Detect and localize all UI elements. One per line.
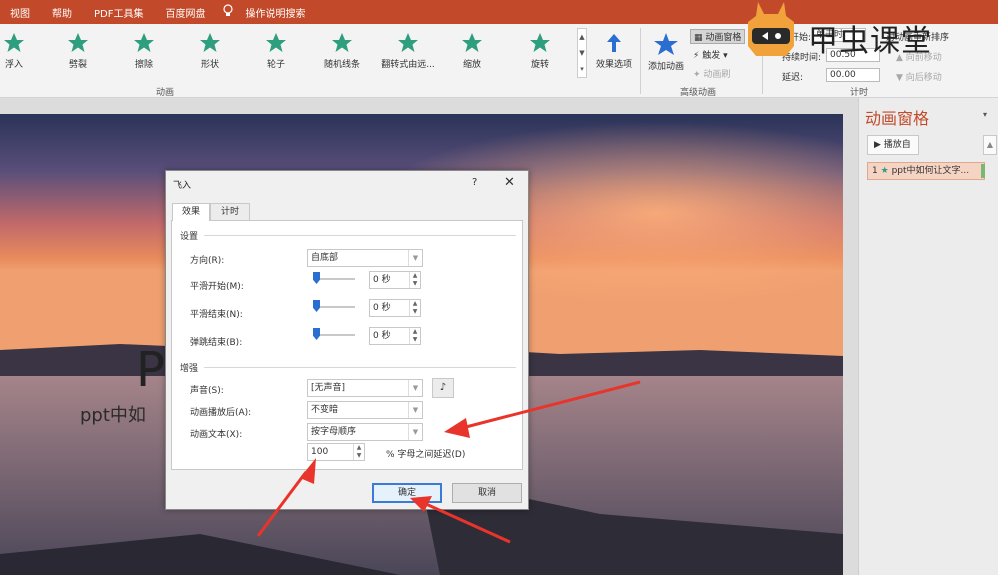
letter-delay-input[interactable]: 100 ▲ ▼ [307,443,365,461]
effect-label: 随机线条 [323,60,360,70]
play-from-button[interactable]: ▶ 播放自 [867,135,919,155]
split-star-icon [68,33,88,52]
spinner-icon[interactable]: ▲ ▼ [409,272,420,288]
help-button[interactable]: ? [472,177,477,188]
green-star-icon: ★ [880,166,889,176]
effect-label: 浮入 [4,60,23,70]
menu-view[interactable]: 视图 [0,5,42,20]
chevron-down-icon: ▼ [408,380,422,396]
divider [204,235,516,236]
smooth-start-input[interactable]: 0 秒 ▲ ▼ [369,271,421,289]
after-animation-select[interactable]: 不变暗 ▼ [307,401,423,419]
slider-thumb[interactable] [313,328,320,340]
animate-text-label: 动画文本(X): [190,430,243,440]
zoom-star-icon [462,33,482,52]
trigger-button[interactable]: ⚡ 触发 ▾ [693,48,728,61]
tab-panel: 设置 方向(R): 自底部 ▼ 平滑开始(M): 0 秒 ▲ ▼ 平滑结束(N): 0… [171,220,523,470]
dialog-title: 飞入 [173,181,192,191]
tell-me-search[interactable]: 操作说明搜索 [235,5,317,20]
direction-select[interactable]: 自底部 ▼ [307,249,423,267]
effect-8[interactable]: 缩放 [440,32,504,70]
animation-pane-title: 动画窗格 [865,109,930,128]
effect-label: 轮子 [266,60,285,70]
animation-list-item[interactable]: 1 ★ ppt中如何让文字... [867,162,985,180]
fly-in-dialog: 飞入 ? ✕ 效果 计时 设置 方向(R): 自底部 ▼ 平滑开始(M): 0 秒… [165,170,529,510]
effect-4[interactable]: 形状 [178,32,242,70]
effect-label: 翻转式由远... [381,60,435,70]
chevron-down-icon: ▼ [408,402,422,418]
cancel-button[interactable]: 取消 [452,483,522,503]
swivel-star-icon [530,33,550,52]
effect-5[interactable]: 轮子 [244,32,308,70]
effect-9[interactable]: 旋转 [508,32,572,70]
float-in-star-icon [4,33,24,52]
spinner-icon[interactable]: ▲ ▼ [353,444,364,460]
sound-select[interactable]: [无声音] ▼ [307,379,423,397]
menu-help[interactable]: 帮助 [42,5,84,20]
timing-bar [981,164,985,178]
spinner-icon[interactable]: ▲ ▼ [409,300,420,316]
group-advanced-label: 高级动画 [680,88,717,98]
add-animation-button[interactable]: 添加动画 [636,32,696,72]
random-bars-star-icon [332,33,352,52]
animation-painter-button[interactable]: ✦ 动画刷 [693,67,730,80]
shape-star-icon [200,33,220,52]
pane-options-icon[interactable]: ▾ [983,110,987,119]
bounce-end-label: 弹跳结束(B): [190,338,243,348]
wipe-star-icon [134,33,154,52]
effect-label: 形状 [200,60,219,70]
effect-label: 缩放 [462,60,481,70]
chevron-down-icon: ▼ [408,250,422,266]
up-arrow-icon [607,34,621,52]
smooth-end-label: 平滑结束(N): [190,310,243,320]
effect-7[interactable]: 翻转式由远... [376,32,440,70]
tab-timing[interactable]: 计时 [210,203,250,221]
section-enhance: 增强 [180,364,199,374]
slide-subtitle-text[interactable]: ppt中如 [80,401,146,427]
animate-text-select[interactable]: 按字母顺序 ▼ [307,423,423,441]
grow-turn-star-icon [398,33,418,52]
smooth-end-input[interactable]: 0 秒 ▲ ▼ [369,299,421,317]
bounce-end-input[interactable]: 0 秒 ▲ ▼ [369,327,421,345]
slide-title-text[interactable]: P [136,342,165,398]
effect-6[interactable]: 随机线条 [310,32,374,70]
menu-pdf-tools[interactable]: PDF工具集 [84,5,155,20]
effect-2[interactable]: 劈裂 [46,32,110,70]
wheel-star-icon [266,33,286,52]
slider-thumb[interactable] [313,300,320,312]
close-button[interactable]: ✕ [504,175,515,190]
group-timing-label: 计时 [850,88,869,98]
letter-delay-label: % 字母之间延迟(D) [386,450,466,460]
watermark-logo: 甲虫课堂 [736,0,976,76]
smooth-start-label: 平滑开始(M): [190,282,244,292]
ok-button[interactable]: 确定 [372,483,442,503]
speaker-icon[interactable]: ♪ [432,378,454,398]
tab-effect[interactable]: 效果 [172,203,210,221]
slider-thumb[interactable] [313,272,320,284]
animation-pane: 动画窗格 ▾ ▶ 播放自 ▲ 1 ★ ppt中如何让文字... [858,98,998,575]
add-animation-star-icon [654,33,678,55]
chevron-down-icon: ▼ [408,424,422,440]
effect-1[interactable]: 浮入 [0,32,46,70]
direction-label: 方向(R): [190,256,225,266]
spinner-icon[interactable]: ▲ ▼ [409,328,420,344]
move-up-icon[interactable]: ▲ [983,135,997,155]
divider [204,367,516,368]
lightbulb-icon [221,4,235,20]
effect-3[interactable]: 擦除 [112,32,176,70]
sound-label: 声音(S): [190,386,224,396]
effect-label: 擦除 [134,60,153,70]
menu-baidu-pan[interactable]: 百度网盘 [155,5,217,20]
beetle-logo-icon [748,2,794,56]
group-animation-label: 动画 [156,88,175,98]
after-animation-label: 动画播放后(A): [190,408,252,418]
logo-text: 甲虫课堂 [808,24,932,59]
section-settings: 设置 [180,232,199,242]
effect-label: 旋转 [530,60,549,70]
effect-label: 劈裂 [68,60,87,70]
